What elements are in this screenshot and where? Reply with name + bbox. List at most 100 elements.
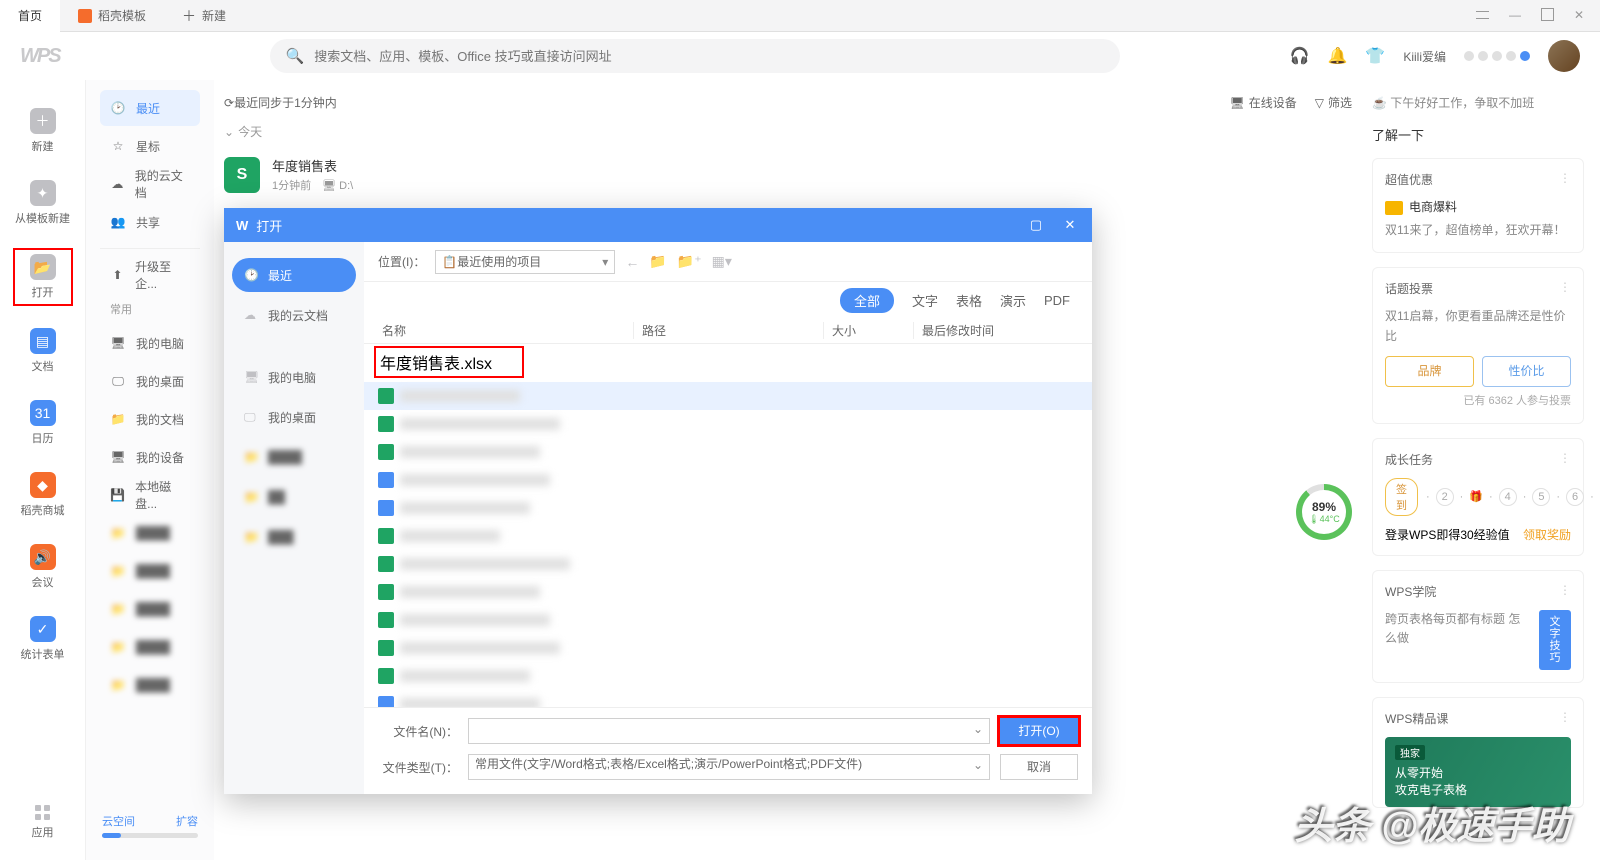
cloud-icon: ☁ (244, 308, 260, 322)
dialog-side-recent[interactable]: 🕑最近 (232, 258, 356, 292)
file-list[interactable]: 年度销售表.xlsx (364, 344, 1092, 707)
tab-home[interactable]: 首页 (0, 0, 60, 32)
list-row[interactable] (364, 438, 1092, 466)
clock-icon: 🕑 (110, 100, 126, 116)
tab-new[interactable]: ＋新建 (164, 0, 244, 32)
rail-meeting[interactable]: 🔊会议 (13, 540, 73, 594)
dialog-side-blur-2[interactable]: 📁██ (232, 480, 356, 514)
status-dots (1464, 51, 1530, 61)
vote-brand-button[interactable]: 品牌 (1385, 356, 1474, 387)
sidebar-desktop[interactable]: 🖵我的桌面 (100, 363, 200, 399)
sidebar-blur-4[interactable]: 📁████ (100, 629, 200, 665)
avatar[interactable] (1548, 40, 1580, 72)
rail-new[interactable]: ＋新建 (13, 104, 73, 158)
filter-link[interactable]: ▽筛选 (1315, 94, 1352, 111)
sidebar-blur-3[interactable]: 📁████ (100, 591, 200, 627)
sidebar-share[interactable]: 👥共享 (100, 204, 200, 240)
list-row-first[interactable]: 年度销售表.xlsx (374, 346, 524, 378)
sidebar-blur-1[interactable]: 📁████ (100, 515, 200, 551)
dialog-maximize-icon[interactable]: ▢ (1026, 217, 1046, 233)
sync-status: 最近同步于1分钟内 (234, 94, 337, 111)
list-row[interactable] (364, 466, 1092, 494)
sidebar-localdisk[interactable]: 💾本地磁盘... (100, 477, 200, 513)
filter-slide[interactable]: 演示 (1000, 291, 1026, 310)
list-row[interactable] (364, 410, 1092, 438)
more-icon[interactable]: ⋮ (1559, 280, 1571, 297)
more-icon[interactable]: ⋮ (1559, 171, 1571, 188)
sidebar-blur-5[interactable]: 📁████ (100, 667, 200, 703)
list-row[interactable] (364, 494, 1092, 522)
filter-all[interactable]: 全部 (840, 288, 894, 313)
rail-from-template[interactable]: ✦从模板新建 (13, 176, 73, 230)
list-row[interactable] (364, 578, 1092, 606)
sidebar-mydoc[interactable]: 📁我的文档 (100, 401, 200, 437)
sidebar-recent[interactable]: 🕑最近 (100, 90, 200, 126)
window-close-icon[interactable]: ✕ (1574, 8, 1584, 24)
list-row[interactable] (364, 690, 1092, 707)
location-select[interactable]: 📋 最近使用的项目 (435, 250, 615, 274)
sidebar-mypc[interactable]: 🖥我的电脑 (100, 325, 200, 361)
sidebar-upgrade[interactable]: ⬆升级至企... (100, 257, 200, 293)
dialog-side-cloud[interactable]: ☁我的云文档 (232, 298, 356, 332)
filter-sheet[interactable]: 表格 (956, 291, 982, 310)
folder-icon: 📁 (110, 411, 126, 427)
expand-link[interactable]: 扩容 (176, 813, 198, 829)
col-name[interactable]: 名称 (378, 322, 634, 339)
sidebar-blur-2[interactable]: 📁████ (100, 553, 200, 589)
file-row[interactable]: S 年度销售表 1分钟前 🖥 D:\ (224, 148, 1352, 201)
list-row[interactable] (364, 634, 1092, 662)
search-bar[interactable]: 🔍 (270, 39, 1120, 73)
checkin-chip[interactable]: 签到 (1385, 478, 1418, 516)
dialog-close-icon[interactable]: ✕ (1060, 217, 1080, 233)
rail-calendar[interactable]: 31日历 (13, 396, 73, 450)
window-menu-icon[interactable] (1476, 8, 1489, 24)
rail-docs[interactable]: ▤文档 (13, 324, 73, 378)
dialog-side-blur-1[interactable]: 📁████ (232, 440, 356, 474)
dialog-side-desktop[interactable]: 🖵我的桌面 (232, 400, 356, 434)
filetype-select[interactable]: 常用文件(文字/Word格式;表格/Excel格式;演示/PowerPoint格… (468, 754, 990, 780)
more-icon[interactable]: ⋮ (1559, 583, 1571, 600)
list-row[interactable] (364, 606, 1092, 634)
device-online-icon: 🖥 (1230, 96, 1245, 110)
sidebar-star[interactable]: ☆星标 (100, 128, 200, 164)
new-folder-icon[interactable]: 📁⁺ (677, 253, 702, 270)
col-date[interactable]: 最后修改时间 (914, 322, 1078, 339)
rail-shop[interactable]: ◆稻壳商城 (13, 468, 73, 522)
back-icon[interactable]: ← (625, 254, 639, 270)
form-icon: ✓ (30, 616, 56, 642)
list-row[interactable] (364, 550, 1092, 578)
performance-ring[interactable]: 89% 🌡44°C (1296, 484, 1352, 540)
view-icon[interactable]: ▦▾ (712, 253, 732, 270)
more-icon[interactable]: ⋮ (1559, 451, 1571, 468)
list-row[interactable] (364, 382, 1092, 410)
skin-icon[interactable]: 👕 (1365, 46, 1385, 66)
more-icon[interactable]: ⋮ (1559, 710, 1571, 727)
claim-reward-link[interactable]: 领取奖励 (1523, 526, 1571, 543)
window-minimize-icon[interactable]: — (1509, 8, 1521, 24)
col-size[interactable]: 大小 (824, 322, 914, 339)
cloud-space-label[interactable]: 云空间 (102, 813, 135, 829)
up-folder-icon[interactable]: 📁 (649, 253, 666, 270)
rail-open[interactable]: 📂打开 (13, 248, 73, 306)
list-row[interactable] (364, 662, 1092, 690)
open-button[interactable]: 打开(O) (1000, 718, 1078, 744)
sidebar-device[interactable]: 🖥我的设备 (100, 439, 200, 475)
list-row[interactable] (364, 522, 1092, 550)
notification-icon[interactable]: 🔔 (1327, 46, 1347, 66)
vote-price-button[interactable]: 性价比 (1482, 356, 1571, 387)
filter-text[interactable]: 文字 (912, 291, 938, 310)
filter-pdf[interactable]: PDF (1044, 293, 1070, 308)
search-input[interactable] (314, 49, 1103, 64)
online-device-link[interactable]: 🖥在线设备 (1230, 94, 1297, 111)
dialog-side-blur-3[interactable]: 📁███ (232, 520, 356, 554)
rail-apps[interactable]: 应用 (32, 805, 54, 840)
col-path[interactable]: 路径 (634, 322, 824, 339)
dialog-side-pc[interactable]: 🖥我的电脑 (232, 360, 356, 394)
sidebar-cloud[interactable]: ☁我的云文档 (100, 166, 200, 202)
headset-icon[interactable]: 🎧 (1290, 46, 1310, 66)
cancel-button[interactable]: 取消 (1000, 754, 1078, 780)
tab-template[interactable]: 稻壳模板 (60, 0, 164, 32)
rail-form[interactable]: ✓统计表单 (13, 612, 73, 666)
filename-input[interactable] (468, 718, 990, 744)
window-maximize-icon[interactable] (1541, 8, 1554, 24)
